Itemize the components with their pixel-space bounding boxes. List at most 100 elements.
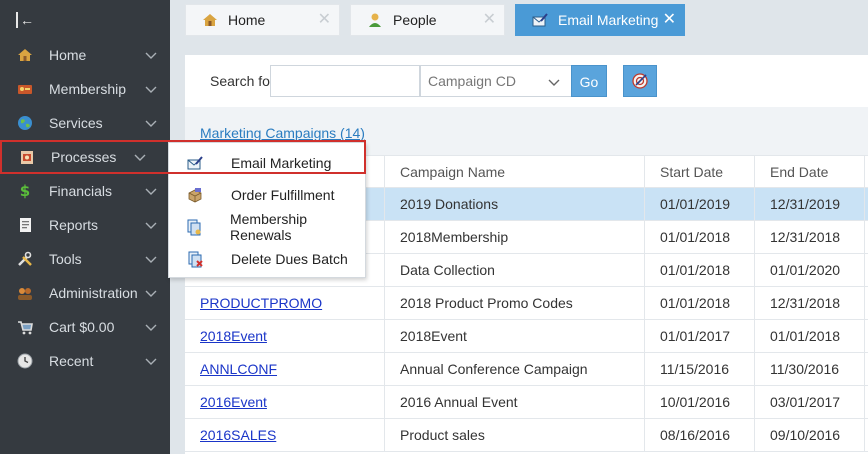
sidebar-item-home[interactable]: Home xyxy=(0,38,170,72)
chevron-down-icon xyxy=(145,120,157,127)
sidebar-item-label: Processes xyxy=(51,149,117,165)
table-row[interactable]: PRODUCTPROMO 2018 Product Promo Codes 01… xyxy=(185,287,868,320)
table-row[interactable]: 2016Event 2016 Annual Event 10/01/2016 0… xyxy=(185,386,868,419)
start-date: 01/01/2018 xyxy=(660,229,731,245)
membership-icon xyxy=(14,78,36,100)
campaign-name: Product sales xyxy=(400,427,485,443)
report-icon xyxy=(14,214,36,236)
end-date: 11/30/2016 xyxy=(770,361,840,377)
search-row: Search for: Campaign CD Go xyxy=(185,55,868,107)
close-icon[interactable]: ✕ xyxy=(663,12,676,28)
chevron-down-icon xyxy=(145,188,157,195)
go-button[interactable]: Go xyxy=(571,65,607,97)
chevron-down-icon xyxy=(145,358,157,365)
sidebar-item-label: Services xyxy=(49,115,103,131)
campaign-name: 2018Event xyxy=(400,328,467,344)
campaign-name: 2019 Donations xyxy=(400,196,499,212)
chevron-down-icon xyxy=(145,256,157,263)
search-label: Search for: xyxy=(210,73,279,89)
renewal-icon xyxy=(185,217,204,237)
tab-home[interactable]: Home ✕ xyxy=(185,4,340,36)
start-date: 01/01/2018 xyxy=(660,295,731,311)
campaign-code-link[interactable]: 2016Event xyxy=(200,386,380,419)
sidebar: ← Home Membership Services Processes $ F… xyxy=(0,0,366,454)
campaign-code-link[interactable]: 2016SALES xyxy=(200,419,380,452)
chevron-down-icon xyxy=(145,52,157,59)
sidebar-item-membership[interactable]: Membership xyxy=(0,72,170,106)
start-date: 01/01/2018 xyxy=(660,262,731,278)
admin-icon xyxy=(14,282,36,304)
campaign-name: 2016 Annual Event xyxy=(400,394,518,410)
sidebar-item-services[interactable]: Services xyxy=(0,106,170,140)
column-divider xyxy=(864,155,865,452)
chevron-down-icon xyxy=(145,222,157,229)
end-date: 09/10/2016 xyxy=(770,427,841,443)
cart-icon xyxy=(14,316,36,338)
submenu-item-delete-dues-batch[interactable]: Delete Dues Batch xyxy=(169,243,365,275)
clock-icon xyxy=(14,350,36,372)
tab-email-marketing[interactable]: Email Marketing ✕ xyxy=(515,4,685,36)
sidebar-item-financials[interactable]: $ Financials xyxy=(0,174,170,208)
collapse-sidebar-button[interactable]: ← xyxy=(14,10,34,30)
search-input[interactable] xyxy=(270,65,420,97)
delete-batch-icon xyxy=(185,249,205,269)
table-row[interactable]: 2016SALES Product sales 08/16/2016 09/10… xyxy=(185,419,868,452)
start-date: 08/16/2016 xyxy=(660,427,731,443)
globe-icon xyxy=(14,112,36,134)
submenu-item-label: Order Fulfillment xyxy=(231,187,335,203)
campaign-name: Data Collection xyxy=(400,262,495,278)
sidebar-item-label: Administration xyxy=(49,285,138,301)
sidebar-item-tools[interactable]: Tools xyxy=(0,242,170,276)
section-title[interactable]: Marketing Campaigns (14) xyxy=(200,125,365,141)
sidebar-item-reports[interactable]: Reports xyxy=(0,208,170,242)
submenu-item-label: Membership Renewals xyxy=(229,211,307,243)
sidebar-item-administration[interactable]: Administration xyxy=(0,276,170,310)
start-date: 11/15/2016 xyxy=(660,361,730,377)
sidebar-item-label: Tools xyxy=(49,251,82,267)
tab-label: Email Marketing xyxy=(558,12,659,28)
tab-bar: Home ✕ People ✕ Email Marketing ✕ xyxy=(170,0,868,42)
campaign-code-link[interactable]: PRODUCTPROMO xyxy=(200,287,380,320)
start-date: 10/01/2016 xyxy=(660,394,731,410)
collapse-bar-icon xyxy=(16,12,18,28)
sidebar-item-processes[interactable]: Processes xyxy=(0,140,366,174)
submenu-item-membership-renewals[interactable]: Membership Renewals xyxy=(169,211,365,243)
table-row[interactable]: ANNLCONF Annual Conference Campaign 11/1… xyxy=(185,353,868,386)
tools-icon xyxy=(14,248,36,270)
end-date: 01/01/2018 xyxy=(770,328,841,344)
sidebar-item-cart[interactable]: Cart $0.00 xyxy=(0,310,170,344)
campaign-code-link[interactable]: 2018Event xyxy=(200,320,380,353)
email-marketing-icon xyxy=(530,10,550,30)
column-divider xyxy=(644,155,645,452)
sidebar-item-label: Cart $0.00 xyxy=(49,319,115,335)
end-date: 03/01/2017 xyxy=(770,394,841,410)
campaign-name: Annual Conference Campaign xyxy=(400,361,588,377)
search-field-select[interactable]: Campaign CD xyxy=(420,65,572,97)
chevron-down-icon xyxy=(548,79,560,86)
end-date: 12/31/2018 xyxy=(770,295,841,311)
money-icon: $ xyxy=(14,180,36,202)
campaign-code-link[interactable]: ANNLCONF xyxy=(200,353,380,386)
sidebar-item-label: Home xyxy=(49,47,87,63)
sidebar-item-label: Recent xyxy=(49,353,94,369)
target-icon xyxy=(632,73,648,89)
close-icon[interactable]: ✕ xyxy=(483,12,496,28)
target-tool-button[interactable] xyxy=(623,65,657,97)
column-header-campaign-name[interactable]: Campaign Name xyxy=(400,156,650,189)
table-row[interactable]: 2018Event 2018Event 01/01/2017 01/01/201… xyxy=(185,320,868,353)
campaign-name: 2018Membership xyxy=(400,229,509,245)
tab-label: Home xyxy=(228,12,266,28)
close-icon[interactable]: ✕ xyxy=(318,12,331,28)
arrow-left-icon: ← xyxy=(20,12,34,28)
column-header-end-date[interactable]: End Date xyxy=(770,156,860,189)
submenu-item-label: Delete Dues Batch xyxy=(231,251,348,267)
sidebar-item-recent[interactable]: Recent xyxy=(0,344,170,378)
tab-people[interactable]: People ✕ xyxy=(350,4,505,36)
sidebar-item-label: Reports xyxy=(49,217,99,233)
select-value: Campaign CD xyxy=(428,73,516,89)
home-icon xyxy=(200,10,220,30)
column-header-start-date[interactable]: Start Date xyxy=(660,156,760,189)
chevron-down-icon xyxy=(145,324,157,331)
submenu-item-order-fulfillment[interactable]: Order Fulfillment xyxy=(169,179,365,211)
column-divider xyxy=(384,155,385,452)
